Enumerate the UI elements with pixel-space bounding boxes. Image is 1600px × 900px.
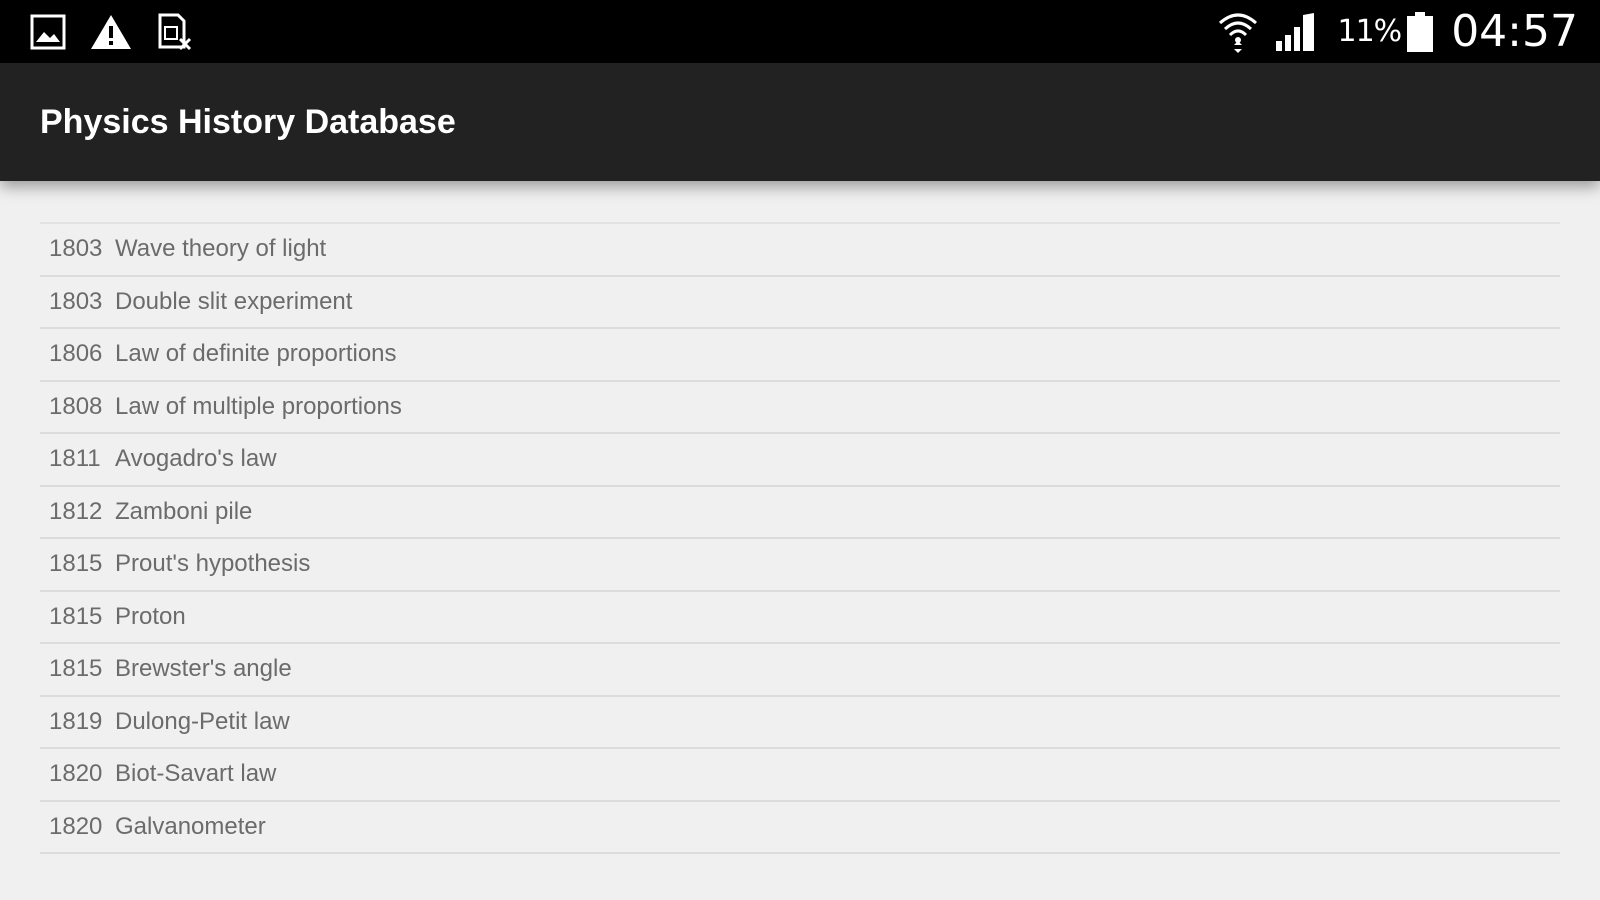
battery-icon xyxy=(1405,11,1435,53)
list-item-name: Double slit experiment xyxy=(115,287,353,315)
list-item-year: 1803 xyxy=(49,235,103,263)
list-item-year: 1811 xyxy=(49,445,101,473)
page-title: Physics History Database xyxy=(40,103,456,141)
list-item[interactable]: 1803 Double slit experiment xyxy=(40,277,1560,329)
list-item-year: 1806 xyxy=(49,340,103,368)
list-item[interactable]: 1820 Biot-Savart law xyxy=(40,749,1560,802)
notification-icons xyxy=(30,12,194,52)
clock: 04:57 xyxy=(1451,6,1578,57)
list-item-name: Prout's hypothesis xyxy=(115,550,311,578)
list-item-year: 1812 xyxy=(49,497,103,525)
list-item-name: Dulong-Petit law xyxy=(115,707,290,735)
list-item[interactable]: 1803 Wave theory of light xyxy=(40,224,1560,277)
list-item-year: 1815 xyxy=(49,602,103,630)
list-item-name: Proton xyxy=(115,602,186,630)
list-item-year: 1808 xyxy=(49,392,103,420)
list-item-name: Zamboni pile xyxy=(115,497,253,525)
list-item-year: 1803 xyxy=(49,287,103,315)
list-item-year: 1820 xyxy=(49,760,103,788)
system-status: 11% 04:57 xyxy=(1216,0,1578,63)
list-item[interactable]: 1808 Law of multiple proportions xyxy=(40,382,1560,434)
list-item-name: Brewster's angle xyxy=(115,655,292,683)
discovery-list: 1803 Wave theory of light 1803 Double sl… xyxy=(40,222,1560,854)
app-bar: Physics History Database xyxy=(0,63,1600,181)
list-item-name: Law of definite proportions xyxy=(115,340,397,368)
warning-icon xyxy=(90,13,132,51)
list-item[interactable]: 1806 Law of definite proportions xyxy=(40,329,1560,382)
cellular-signal-icon xyxy=(1274,11,1320,53)
status-bar: 11% 04:57 xyxy=(0,0,1600,63)
wifi-icon xyxy=(1216,9,1260,55)
list-item-year: 1820 xyxy=(49,812,103,840)
image-notification-icon xyxy=(30,14,66,50)
list-item[interactable]: 1815 Prout's hypothesis xyxy=(40,539,1560,592)
list-item[interactable]: 1811 Avogadro's law xyxy=(40,434,1560,487)
list-item[interactable]: 1812 Zamboni pile xyxy=(40,487,1560,539)
list-item-name: Law of multiple proportions xyxy=(115,392,402,420)
list-item-name: Biot-Savart law xyxy=(115,760,277,788)
list-item-name: Wave theory of light xyxy=(115,235,327,263)
list-item-year: 1815 xyxy=(49,550,103,578)
list-item[interactable]: 1820 Galvanometer xyxy=(40,802,1560,854)
list-item-year: 1815 xyxy=(49,655,103,683)
list-item[interactable]: 1819 Dulong-Petit law xyxy=(40,697,1560,749)
list-item[interactable]: 1815 Brewster's angle xyxy=(40,644,1560,697)
sim-error-icon xyxy=(156,13,194,51)
list-item[interactable]: 1815 Proton xyxy=(40,592,1560,644)
list-item-name: Galvanometer xyxy=(115,812,266,840)
battery-percent: 11% xyxy=(1337,14,1403,49)
list-item-name: Avogadro's law xyxy=(115,445,277,473)
list-item-year: 1819 xyxy=(49,707,103,735)
